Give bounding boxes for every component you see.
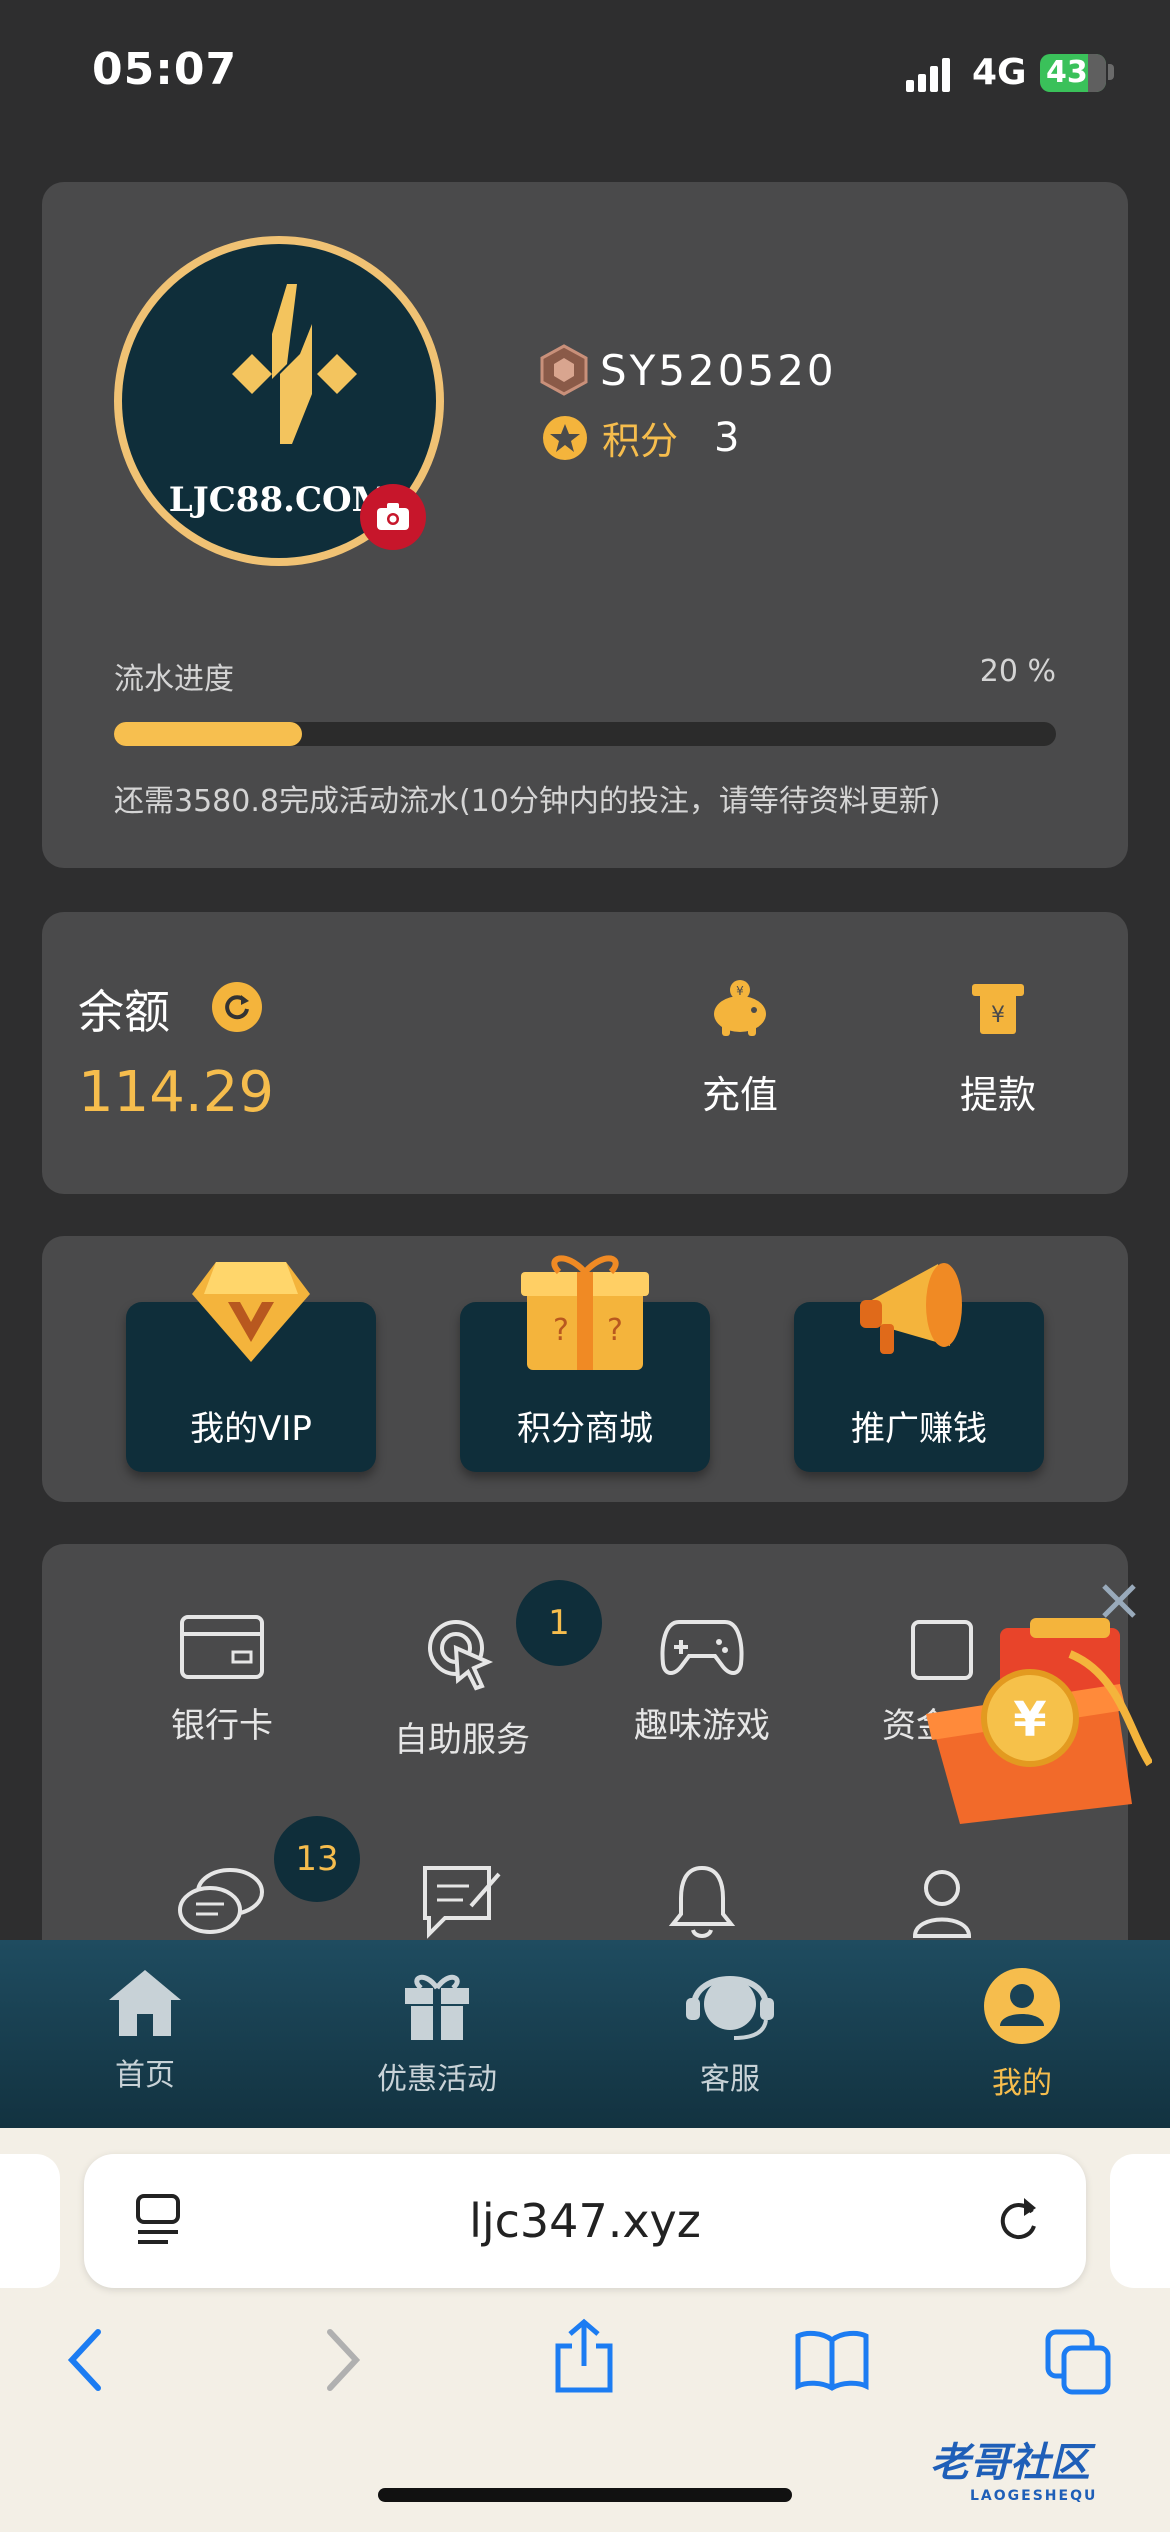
refresh-icon[interactable]: [212, 982, 262, 1032]
withdraw-button[interactable]: ¥ 提款: [928, 978, 1068, 1119]
notification-badge: 1: [516, 1580, 602, 1666]
messages-button[interactable]: [122, 1862, 322, 1942]
referral-button[interactable]: 推广赚钱: [794, 1263, 1044, 1472]
points-label: 积分: [602, 419, 679, 463]
bank-card-icon: [180, 1615, 264, 1679]
tab-profile[interactable]: 我的: [922, 1966, 1122, 2102]
pointer-icon: [428, 1620, 494, 1691]
home-indicator: [378, 2488, 792, 2502]
reload-icon[interactable]: [994, 2192, 1044, 2248]
watermark-logo: 老哥社区 LAOGESHEQU: [930, 2430, 1097, 2504]
headset-icon: [686, 1976, 774, 2040]
gamepad-icon: [660, 1620, 744, 1675]
status-bar: 05:07 4G 43: [0, 0, 1170, 150]
watermark-subtitle: LAOGESHEQU: [970, 2488, 1098, 2504]
svg-text:¥: ¥: [1013, 1692, 1046, 1748]
chat-icon: [178, 1868, 264, 1934]
diamond-icon: [192, 1262, 310, 1362]
profile-card: LJC88.COM SY520520 积分 3 流水进度 20 % 还需3580…: [42, 182, 1128, 868]
balance-card: 余额 114.29 ¥ 充值 ¥ 提款: [42, 912, 1128, 1194]
battery-nub: [1108, 64, 1114, 80]
url-text: ljc347.xyz: [469, 2194, 701, 2248]
share-icon[interactable]: [552, 2318, 616, 2394]
svg-text:¥: ¥: [736, 984, 744, 998]
tab-support[interactable]: 客服: [630, 1966, 830, 2098]
withdraw-label: 提款: [959, 1073, 1036, 1117]
back-icon[interactable]: [66, 2328, 106, 2392]
tab-promotions[interactable]: 优惠活动: [337, 1966, 537, 2098]
tab-promotions-label: 优惠活动: [377, 2062, 497, 2097]
points-mall-label: 积分商城: [517, 1409, 653, 1449]
gift-box-icon[interactable]: ¥: [920, 1614, 1152, 1824]
bank-card-label: 银行卡: [171, 1706, 273, 1746]
prev-tab-edge[interactable]: [0, 2154, 60, 2288]
svg-text:?: ?: [607, 1313, 623, 1348]
points-row: 积分 3: [542, 410, 739, 465]
piggy-bank-icon: ¥: [714, 980, 766, 1036]
progress-fill: [114, 722, 303, 746]
points-mall-button[interactable]: ?? 积分商城: [460, 1255, 710, 1472]
balance-label: 余额: [78, 985, 170, 1039]
referral-label: 推广赚钱: [851, 1409, 987, 1449]
progress-bar: [114, 722, 1056, 746]
signal-icon: [906, 58, 952, 92]
progress-percent: 20 %: [979, 654, 1056, 689]
username: SY520520: [600, 345, 837, 395]
camera-icon[interactable]: [360, 484, 426, 550]
gift-icon: [405, 1974, 469, 2040]
vip-label: 我的VIP: [190, 1409, 312, 1449]
tab-profile-label: 我的: [992, 2066, 1052, 2101]
tab-bar: 首页 优惠活动 客服 我的: [0, 1940, 1170, 2128]
tab-home[interactable]: 首页: [45, 1966, 245, 2094]
next-tab-edge[interactable]: [1110, 2154, 1170, 2288]
profile-info-button[interactable]: [842, 1862, 1042, 1942]
username-row: SY520520: [536, 342, 837, 398]
user-icon: [912, 1870, 972, 1938]
self-service-label: 自助服务: [394, 1720, 530, 1760]
megaphone-icon: [860, 1263, 962, 1354]
watermark-title: 老哥社区: [930, 2440, 1090, 2486]
feedback-button[interactable]: [362, 1862, 562, 1942]
svg-text:¥: ¥: [991, 1003, 1005, 1028]
features-card: 我的VIP ?? 积分商城 推广赚钱: [42, 1236, 1128, 1502]
home-icon: [109, 1970, 181, 2036]
battery-icon: 43: [1040, 54, 1106, 92]
points-value: 3: [714, 414, 740, 461]
bell-icon: [668, 1865, 736, 1938]
progress-note: 还需3580.8完成活动流水(10分钟内的投注，请等待资料更新): [114, 784, 941, 819]
tab-home-label: 首页: [115, 2058, 175, 2093]
mystery-box-icon: ??: [521, 1255, 649, 1370]
user-circle-icon: [984, 1968, 1060, 2044]
bank-card-button[interactable]: 银行卡: [122, 1614, 322, 1747]
rank-badge-icon: [540, 344, 588, 396]
battery-level: 43: [1046, 55, 1088, 90]
star-icon: [543, 415, 587, 460]
forward-icon[interactable]: [322, 2328, 362, 2392]
bookmarks-icon[interactable]: [794, 2328, 870, 2392]
deposit-button[interactable]: ¥ 充值: [670, 978, 810, 1119]
games-button[interactable]: 趣味游戏: [602, 1614, 802, 1747]
tabs-icon[interactable]: [1044, 2328, 1114, 2398]
deposit-label: 充值: [701, 1073, 778, 1117]
status-time: 05:07: [92, 44, 238, 95]
address-bar[interactable]: ljc347.xyz: [84, 2154, 1086, 2288]
tab-support-label: 客服: [700, 2062, 760, 2097]
svg-text:?: ?: [553, 1313, 569, 1348]
network-type: 4G: [972, 52, 1027, 93]
withdraw-icon: ¥: [972, 984, 1024, 1034]
balance-value: 114.29: [78, 1060, 274, 1125]
games-label: 趣味游戏: [634, 1706, 770, 1746]
notifications-button[interactable]: [602, 1862, 802, 1942]
progress-label: 流水进度: [114, 662, 234, 697]
vip-button[interactable]: 我的VIP: [126, 1262, 376, 1472]
edit-note-icon: [423, 1866, 501, 1939]
